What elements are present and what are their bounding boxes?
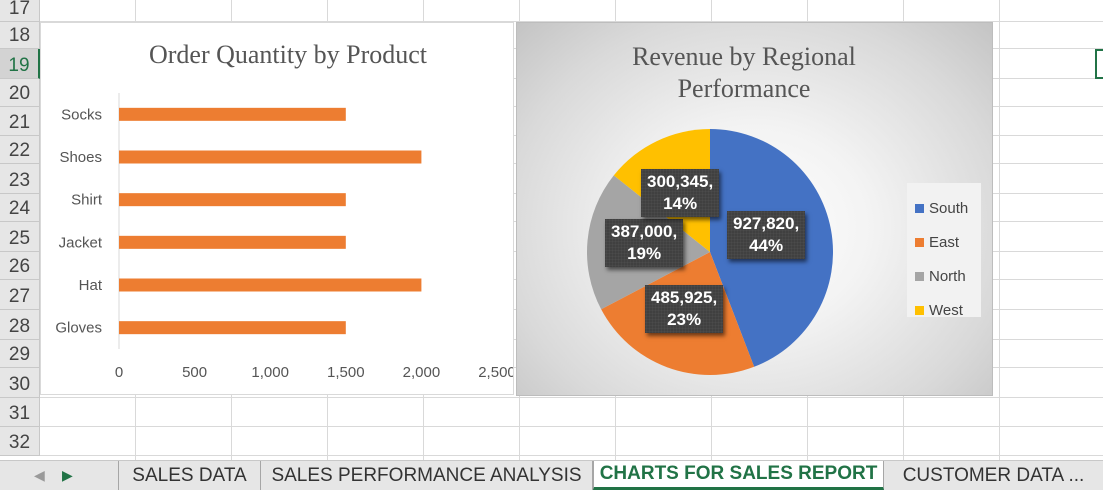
category-label-shoes: Shoes	[59, 149, 102, 166]
category-label-hat: Hat	[79, 277, 103, 294]
x-tick-label: 1,500	[327, 364, 365, 381]
data-label-percent: 19%	[627, 244, 662, 263]
pie-chart-title-line-1: Revenue by Regional	[632, 42, 856, 71]
legend-item-south[interactable]: South	[907, 191, 981, 225]
bar-jacket[interactable]	[119, 235, 346, 249]
data-label-value: 300,345,	[647, 172, 714, 191]
pie-chart-revenue-by-region[interactable]: Revenue by Regional Performance 927,820,…	[516, 22, 993, 396]
bar-chart-order-quantity[interactable]: Order Quantity by Product Socks Shoes Shir…	[40, 22, 516, 395]
selected-cell[interactable]	[1095, 49, 1103, 79]
tab-sales-performance-analysis[interactable]: SALES PERFORMANCE ANALYSIS	[261, 461, 593, 490]
row-header-20[interactable]: 20	[0, 79, 40, 107]
data-label-percent: 44%	[749, 236, 784, 255]
row-header-26[interactable]: 26	[0, 252, 40, 280]
row-header-21[interactable]: 21	[0, 107, 40, 136]
tab-customer-data[interactable]: CUSTOMER DATA ...	[884, 461, 1103, 490]
scroll-left-icon[interactable]: ◀	[34, 467, 45, 484]
x-tick-label: 2,500	[478, 364, 513, 381]
data-label-value: 485,925,	[651, 288, 718, 307]
row-header-18[interactable]: 18	[0, 22, 40, 49]
data-label-percent: 14%	[663, 194, 698, 213]
data-label-value: 927,820,	[733, 214, 800, 233]
bar-hat[interactable]	[119, 278, 422, 292]
row-header-24[interactable]: 24	[0, 194, 40, 222]
legend-label: East	[929, 233, 960, 251]
bar-chart-svg: Order Quantity by Product Socks Shoes Shir…	[55, 40, 515, 381]
tab-label: CHARTS FOR SALES REPORT	[599, 463, 878, 484]
pie-chart-title-line-2: Performance	[678, 74, 811, 103]
legend-label: South	[929, 199, 969, 217]
row-gridline	[40, 426, 1103, 427]
row-header-19[interactable]: 19	[0, 49, 40, 79]
data-label-percent: 23%	[667, 310, 702, 329]
row-header-27[interactable]: 27	[0, 280, 40, 310]
row-header-23[interactable]: 23	[0, 164, 40, 194]
legend-label: North	[929, 267, 966, 285]
category-label-jacket: Jacket	[59, 234, 103, 251]
sheet-tab-bar: ◀ ▶ SALES DATA SALES PERFORMANCE ANALYSI…	[0, 460, 1103, 490]
legend-swatch	[915, 305, 924, 315]
row-header-17[interactable]: 17	[0, 0, 40, 22]
row-header-29[interactable]: 29	[0, 340, 40, 368]
bar-gloves[interactable]	[119, 321, 346, 335]
data-label-east[interactable]: 485,925, 23%	[645, 285, 724, 333]
column-gridline	[999, 0, 1000, 460]
legend-swatch	[915, 271, 924, 281]
legend-item-west[interactable]: West	[907, 293, 981, 327]
row-header-25[interactable]: 25	[0, 222, 40, 252]
tab-label: CUSTOMER DATA ...	[902, 464, 1085, 486]
bar-shoes[interactable]	[119, 150, 422, 164]
row-header-30[interactable]: 30	[0, 368, 40, 398]
tab-charts-for-sales-report[interactable]: CHARTS FOR SALES REPORT	[593, 461, 884, 490]
data-label-south[interactable]: 927,820, 44%	[727, 211, 806, 259]
row-header-28[interactable]: 28	[0, 310, 40, 340]
bar-chart-title: Order Quantity by Product	[149, 40, 428, 69]
bar-shirt[interactable]	[119, 193, 346, 207]
worksheet-grid[interactable]: 17 18 19 20 21 22 23 24 25 26 27 28 29 30 31 32 Order Q…	[0, 0, 1103, 460]
data-label-value: 387,000,	[611, 222, 678, 241]
x-tick-label: 2,000	[403, 364, 441, 381]
row-header-32[interactable]: 32	[0, 427, 40, 456]
data-label-west[interactable]: 300,345, 14%	[641, 169, 720, 217]
x-tick-label: 1,000	[251, 364, 289, 381]
tab-sales-data[interactable]: SALES DATA	[118, 461, 261, 490]
tab-label: SALES DATA	[132, 464, 247, 486]
data-label-north[interactable]: 387,000, 19%	[605, 219, 684, 267]
category-label-socks: Socks	[61, 106, 102, 123]
scroll-right-icon[interactable]: ▶	[62, 467, 73, 484]
row-header-31[interactable]: 31	[0, 398, 40, 427]
legend-item-east[interactable]: East	[907, 225, 981, 259]
row-gridline	[40, 455, 1103, 456]
pie-chart-legend: South East North West	[907, 183, 981, 319]
bar-socks[interactable]	[119, 107, 346, 121]
legend-label: West	[929, 301, 963, 319]
legend-swatch	[915, 203, 924, 213]
row-header-22[interactable]: 22	[0, 136, 40, 164]
category-label-gloves: Gloves	[55, 320, 102, 337]
legend-swatch	[915, 237, 924, 247]
tab-label: SALES PERFORMANCE ANALYSIS	[271, 464, 582, 486]
x-tick-label: 500	[182, 364, 207, 381]
category-label-shirt: Shirt	[71, 192, 103, 209]
legend-item-north[interactable]: North	[907, 259, 981, 293]
x-tick-label: 0	[115, 364, 123, 381]
